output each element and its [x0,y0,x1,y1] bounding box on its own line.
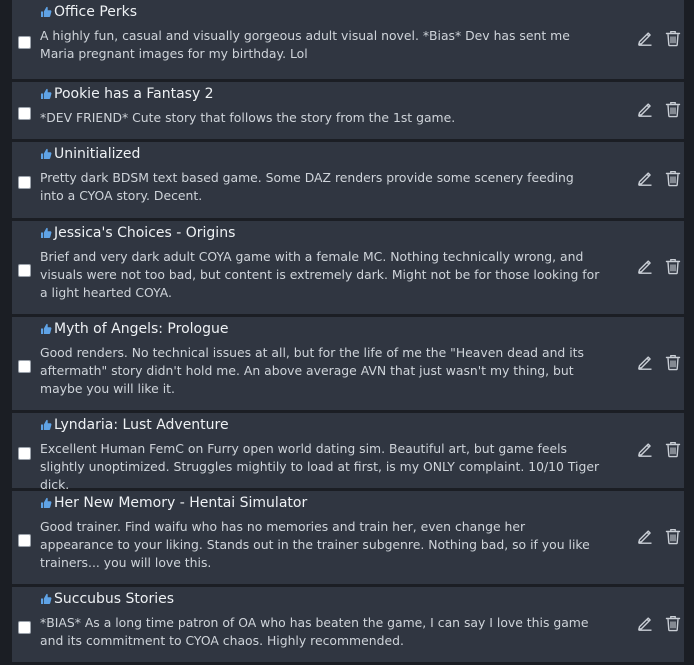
game-title-link[interactable]: Her New Memory - Hentai Simulator [54,495,307,511]
item-title: Jessica's Choices - Origins [40,225,235,241]
list-item: Uninitialized Pretty dark BDSM text based… [12,142,684,218]
item-title: Succubus Stories [40,591,174,607]
item-title: Her New Memory - Hentai Simulator [40,495,307,511]
delete-button[interactable] [664,527,682,545]
list-item: Succubus Stories *BIAS* As a long time pa… [12,587,684,662]
list-item: Lyndaria: Lust Adventure Excellent Human … [12,413,684,492]
item-description: *DEV FRIEND* Cute story that follows the… [40,110,456,125]
thumbs-up-icon [40,6,52,18]
trash-icon [664,614,682,632]
review-list: Office Perks A highly fun, casual and vis… [0,0,694,665]
trash-icon [664,440,682,458]
select-checkbox[interactable] [18,621,31,634]
thumbs-up-icon [40,419,52,431]
list-item: Jessica's Choices - Origins Brief and ver… [12,221,684,314]
game-title-link[interactable]: Jessica's Choices - Origins [54,225,235,241]
edit-button[interactable] [636,257,654,275]
game-title-link[interactable]: Pookie has a Fantasy 2 [54,86,214,102]
edit-button[interactable] [636,440,654,458]
edit-button[interactable] [636,353,654,371]
item-title: Pookie has a Fantasy 2 [40,86,214,102]
delete-button[interactable] [664,353,682,371]
pencil-icon [636,527,654,545]
select-checkbox[interactable] [18,447,31,460]
game-title-link[interactable]: Lyndaria: Lust Adventure [54,417,229,433]
item-title: Uninitialized [40,146,140,162]
delete-button[interactable] [664,440,682,458]
thumbs-up-icon [40,227,52,239]
item-title: Office Perks [40,4,137,20]
delete-button[interactable] [664,257,682,275]
item-description: Good renders. No technical issues at all… [40,345,584,396]
select-checkbox[interactable] [18,264,31,277]
pencil-icon [636,440,654,458]
trash-icon [664,527,682,545]
select-checkbox[interactable] [18,107,31,120]
item-description: A highly fun, casual and visually gorgeo… [40,28,570,61]
thumbs-up-icon [40,88,52,100]
item-description: Good trainer. Find waifu who has no memo… [40,519,590,570]
select-checkbox[interactable] [18,360,31,373]
item-description: Pretty dark BDSM text based game. Some D… [40,170,574,203]
edit-button[interactable] [636,614,654,632]
item-description: *BIAS* As a long time patron of OA who h… [40,615,589,648]
thumbs-up-icon [40,593,52,605]
select-checkbox[interactable] [18,534,31,547]
list-item: Myth of Angels: Prologue Good renders. No… [12,317,684,410]
list-item: Her New Memory - Hentai Simulator Good tr… [12,491,684,584]
thumbs-up-icon [40,323,52,335]
game-title-link[interactable]: Succubus Stories [54,591,174,607]
trash-icon [664,257,682,275]
select-checkbox[interactable] [18,36,31,49]
delete-button[interactable] [664,29,682,47]
edit-button[interactable] [636,100,654,118]
game-title-link[interactable]: Office Perks [54,4,137,20]
trash-icon [664,169,682,187]
pencil-icon [636,614,654,632]
list-item: Pookie has a Fantasy 2 *DEV FRIEND* Cute … [12,82,684,139]
pencil-icon [636,29,654,47]
edit-button[interactable] [636,169,654,187]
edit-button[interactable] [636,527,654,545]
trash-icon [664,100,682,118]
item-title: Lyndaria: Lust Adventure [40,417,229,433]
pencil-icon [636,257,654,275]
thumbs-up-icon [40,148,52,160]
pencil-icon [636,353,654,371]
item-description: Excellent Human FemC on Furry open world… [40,441,600,492]
thumbs-up-icon [40,497,52,509]
pencil-icon [636,100,654,118]
delete-button[interactable] [664,614,682,632]
item-title: Myth of Angels: Prologue [40,321,228,337]
game-title-link[interactable]: Myth of Angels: Prologue [54,321,228,337]
item-description: Brief and very dark adult COYA game with… [40,249,600,300]
trash-icon [664,29,682,47]
list-item: Office Perks A highly fun, casual and vis… [12,0,684,79]
delete-button[interactable] [664,169,682,187]
edit-button[interactable] [636,29,654,47]
game-title-link[interactable]: Uninitialized [54,146,140,162]
select-checkbox[interactable] [18,176,31,189]
trash-icon [664,353,682,371]
pencil-icon [636,169,654,187]
delete-button[interactable] [664,100,682,118]
